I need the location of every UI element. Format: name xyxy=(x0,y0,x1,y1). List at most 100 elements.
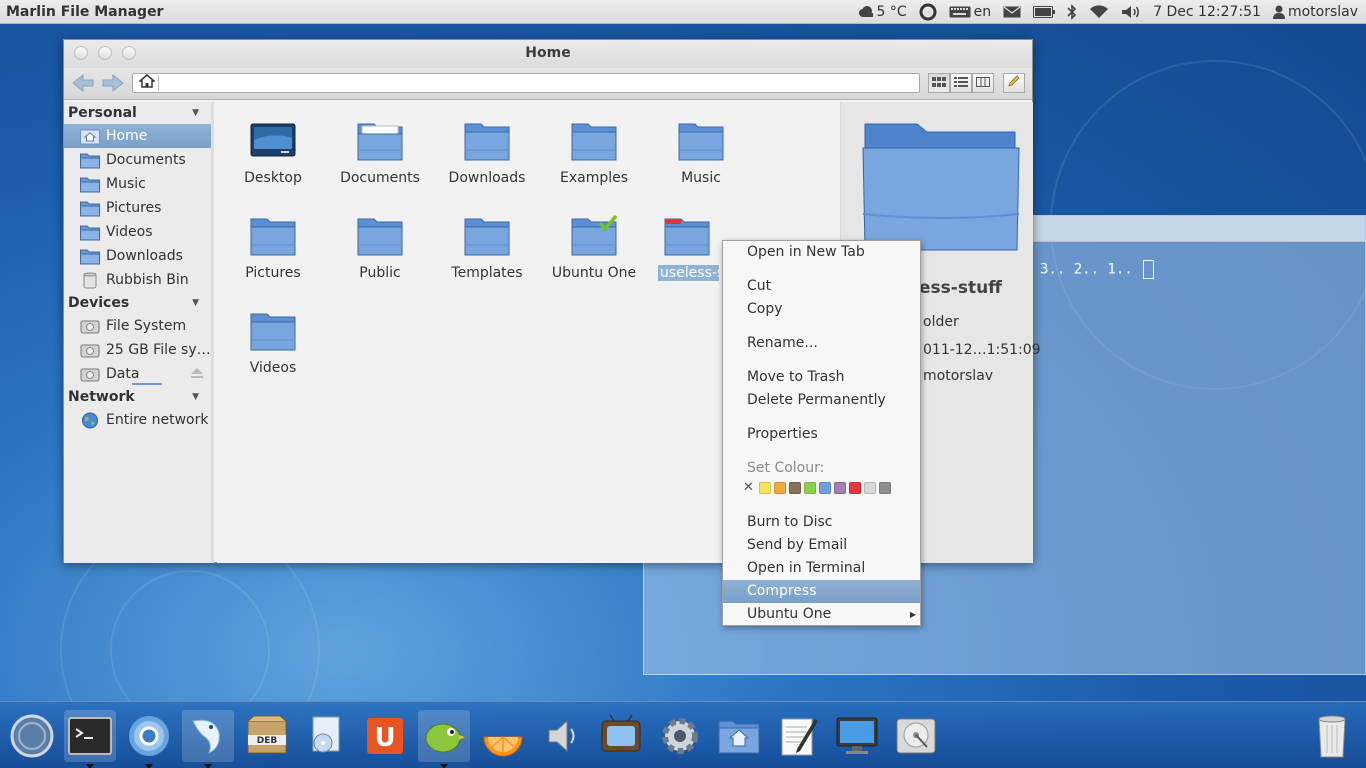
sidebar-item-file-system[interactable]: File System xyxy=(64,314,211,338)
terminal-output-text: 3.. 2.. 1.. xyxy=(1040,261,1142,278)
sound-indicator[interactable] xyxy=(1115,0,1147,24)
menu-item-ubuntu-one[interactable]: Ubuntu One ▶ xyxy=(723,603,920,626)
eject-icon[interactable] xyxy=(190,366,204,384)
hard-disk-icon xyxy=(80,344,100,357)
messaging-indicator[interactable] xyxy=(997,0,1027,24)
dock-item-ubuntu-one[interactable]: U xyxy=(359,710,411,762)
file-item[interactable]: Examples xyxy=(540,120,648,186)
menu-item-open-in-terminal[interactable]: Open in Terminal xyxy=(723,557,920,580)
menu-item-delete-permanently[interactable]: Delete Permanently xyxy=(723,389,920,412)
keyboard-indicator[interactable]: en xyxy=(943,0,998,24)
dock-item-oxygen[interactable] xyxy=(6,710,58,762)
grid-view-icon xyxy=(932,75,946,91)
accessibility-indicator[interactable] xyxy=(913,0,943,24)
forward-button[interactable] xyxy=(102,73,124,97)
dock-item-tv[interactable] xyxy=(595,710,647,762)
sidebar-item-pictures[interactable]: Pictures xyxy=(64,196,211,220)
dock-item-pidgin[interactable] xyxy=(418,710,470,768)
sidebar-item-documents[interactable]: Documents xyxy=(64,148,211,172)
sidebar-item-data[interactable]: Data xyxy=(64,362,211,386)
weather-indicator[interactable]: 5 °C xyxy=(852,0,913,24)
dock-item-file-manager[interactable] xyxy=(182,710,234,768)
colour-swatch-blue[interactable] xyxy=(818,482,831,494)
window-titlebar[interactable]: Home xyxy=(64,40,1032,68)
collapse-arrow-icon[interactable]: ▼ xyxy=(192,102,199,124)
app-menu-button[interactable] xyxy=(1003,73,1025,93)
file-item[interactable]: Templates xyxy=(433,215,541,281)
menu-item-copy[interactable]: Copy xyxy=(723,298,920,321)
battery-indicator[interactable] xyxy=(1027,0,1061,24)
sidebar-item-videos[interactable]: Videos xyxy=(64,220,211,244)
dock-item-home-folder[interactable] xyxy=(713,710,765,762)
dock-item-installer[interactable] xyxy=(300,710,352,762)
menu-item-compress[interactable]: Compress xyxy=(723,580,920,603)
menu-item-properties[interactable]: Properties xyxy=(723,423,920,446)
colour-swatch-orange[interactable] xyxy=(773,482,786,494)
file-item[interactable]: Downloads xyxy=(433,120,541,186)
sidebar-section-personal[interactable]: Personal ▼ xyxy=(64,102,211,124)
sidebar-item-downloads[interactable]: Downloads xyxy=(64,244,211,268)
folder-icon xyxy=(80,201,100,216)
back-button[interactable] xyxy=(72,73,94,97)
menu-item-open-in-new-tab[interactable]: Open in New Tab xyxy=(723,241,920,264)
path-bar[interactable] xyxy=(132,73,920,93)
list-view-button[interactable] xyxy=(950,73,972,93)
file-item[interactable]: Public xyxy=(326,215,434,281)
dock-item-orange-app[interactable] xyxy=(477,710,529,762)
sidebar-section-network[interactable]: Network ▼ xyxy=(64,386,211,408)
app-menu-title[interactable]: Marlin File Manager xyxy=(0,4,852,20)
colour-swatch-yellow[interactable] xyxy=(758,482,771,494)
dock-item-trash[interactable] xyxy=(1306,710,1358,762)
dock-item-system-settings[interactable] xyxy=(654,710,706,762)
network-indicator[interactable] xyxy=(1083,0,1115,24)
file-item-selected[interactable]: useless-st xyxy=(647,215,719,281)
icon-view-button[interactable] xyxy=(928,73,950,93)
user-icon xyxy=(1272,5,1285,19)
menu-item-cut[interactable]: Cut xyxy=(723,275,920,298)
path-home-button[interactable] xyxy=(135,74,159,91)
hard-disk-icon xyxy=(896,718,936,754)
sidebar-item-entire-network[interactable]: Entire network xyxy=(64,408,211,432)
dock-item-package-installer[interactable]: DEB xyxy=(241,710,293,762)
clock-indicator[interactable]: 7 Dec 12:27:51 xyxy=(1147,0,1267,24)
column-view-button[interactable] xyxy=(972,73,994,93)
menu-item-label: Ubuntu One xyxy=(747,606,832,622)
clear-colour-icon[interactable]: ✕ xyxy=(743,481,754,494)
dock-item-display[interactable] xyxy=(831,710,883,762)
dock-item-terminal[interactable] xyxy=(64,710,116,768)
close-button[interactable] xyxy=(74,46,88,60)
indicator-area: 5 °C en 7 Dec 12:27:51 motorslav xyxy=(852,0,1366,24)
sidebar-item-home[interactable]: Home xyxy=(64,124,211,148)
file-item[interactable]: Desktop xyxy=(219,120,327,186)
file-item[interactable]: Music xyxy=(647,120,755,186)
dock-item-text-editor[interactable] xyxy=(772,710,824,762)
file-item[interactable]: Ubuntu One xyxy=(540,215,648,281)
colour-swatch-red[interactable] xyxy=(848,482,861,494)
bluetooth-indicator[interactable] xyxy=(1061,0,1083,24)
file-item[interactable]: Videos xyxy=(219,310,327,376)
colour-swatch-light-grey[interactable] xyxy=(863,482,876,494)
minimize-button[interactable] xyxy=(98,46,112,60)
file-item[interactable]: Pictures xyxy=(219,215,327,281)
menu-item-rename[interactable]: Rename... xyxy=(723,332,920,355)
colour-swatch-purple[interactable] xyxy=(833,482,846,494)
sidebar-item-music[interactable]: Music xyxy=(64,172,211,196)
colour-swatch-green[interactable] xyxy=(803,482,816,494)
collapse-arrow-icon[interactable]: ▼ xyxy=(192,386,199,408)
submenu-arrow-icon: ▶ xyxy=(909,610,916,619)
colour-swatch-dark-grey[interactable] xyxy=(878,482,891,494)
dock-item-disk-utility[interactable] xyxy=(890,710,942,762)
user-indicator[interactable]: motorslav xyxy=(1267,0,1366,24)
sidebar-item-25gb-volume[interactable]: 25 GB File sy… xyxy=(64,338,211,362)
collapse-arrow-icon[interactable]: ▼ xyxy=(192,292,199,314)
menu-item-send-by-email[interactable]: Send by Email xyxy=(723,534,920,557)
file-item[interactable]: Documents xyxy=(326,120,434,186)
sidebar-section-devices[interactable]: Devices ▼ xyxy=(64,292,211,314)
menu-item-burn-to-disc[interactable]: Burn to Disc xyxy=(723,511,920,534)
menu-item-move-to-trash[interactable]: Move to Trash xyxy=(723,366,920,389)
sidebar-item-rubbish-bin[interactable]: Rubbish Bin xyxy=(64,268,211,292)
colour-swatch-brown[interactable] xyxy=(788,482,801,494)
maximize-button[interactable] xyxy=(122,46,136,60)
dock-item-sound[interactable] xyxy=(536,710,588,762)
dock-item-chromium[interactable] xyxy=(123,710,175,768)
